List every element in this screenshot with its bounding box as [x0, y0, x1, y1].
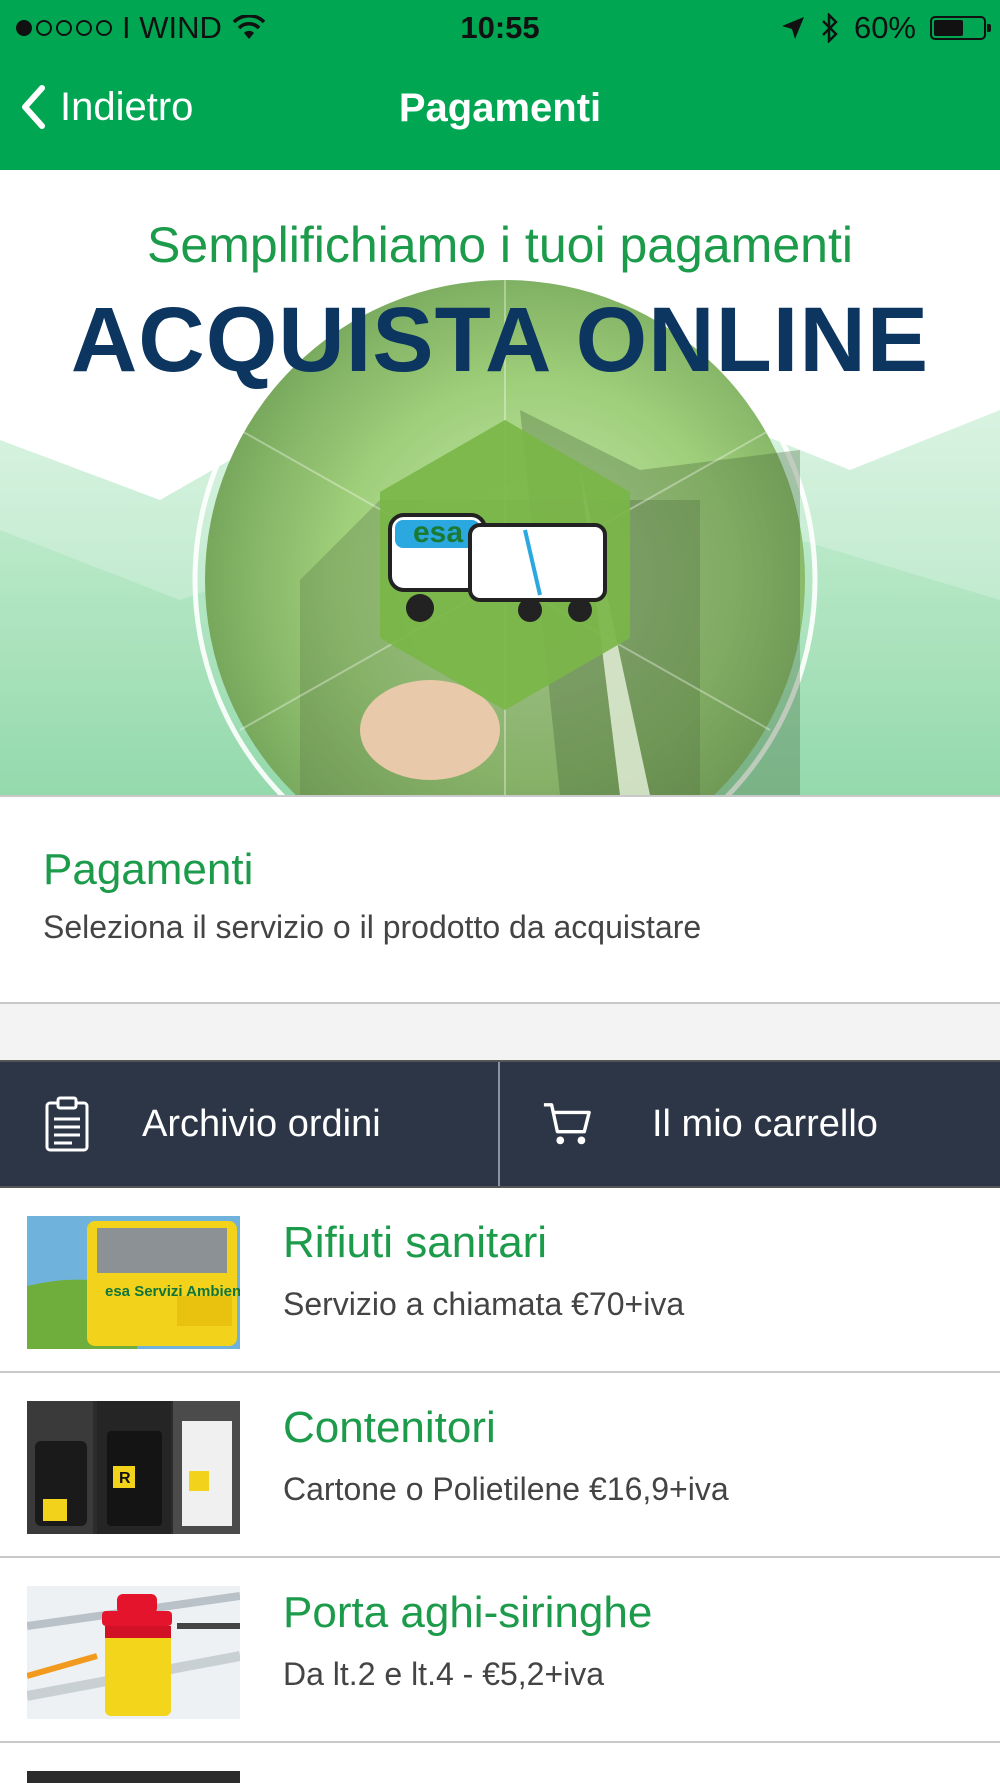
- section-header: Pagamenti Seleziona il servizio o il pro…: [0, 797, 1000, 1002]
- item-thumbnail: esa Servizi Ambientali: [27, 1216, 240, 1349]
- section-title: Pagamenti: [43, 845, 254, 894]
- item-description: Servizio a chiamata €70+iva: [283, 1286, 685, 1322]
- cart-label: Il mio carrello: [652, 1102, 878, 1145]
- order-archive-button[interactable]: Archivio ordini: [0, 1062, 498, 1186]
- list-item[interactable]: R Contenitori Cartone o Polietilene €16,…: [0, 1373, 1000, 1558]
- page-title: Pagamenti: [398, 86, 602, 130]
- cart-icon: [542, 1094, 592, 1154]
- cart-button[interactable]: Il mio carrello: [500, 1062, 1000, 1186]
- banner-headline: ACQUISTA ONLINE: [70, 289, 930, 391]
- spacer: [0, 1004, 1000, 1060]
- item-thumbnail: [27, 1586, 240, 1719]
- battery-icon: [930, 16, 991, 40]
- list-item[interactable]: esa Servizi Ambientali Rifiuti sanitari …: [0, 1188, 1000, 1373]
- item-title: Porta aghi-siringhe: [283, 1588, 653, 1637]
- bluetooth-icon: [822, 13, 838, 43]
- battery-percent: 60%: [853, 10, 916, 45]
- action-bar: Archivio ordini Il mio carrello: [0, 1060, 1000, 1188]
- item-description: Da lt.2 e lt.4 - €5,2+iva: [283, 1656, 605, 1692]
- thumb-label: esa Servizi Ambientali: [105, 1283, 240, 1300]
- promo-banner: esa Semplifichiamo i tuoi pagamenti ACQU…: [0, 170, 1000, 795]
- list-item[interactable]: [0, 1743, 1000, 1783]
- clipboard-icon: [42, 1094, 92, 1154]
- status-right: 60%: [780, 10, 991, 46]
- status-bar: I WIND 10:55 60%: [0, 0, 1000, 54]
- banner-tagline: Semplifichiamo i tuoi pagamenti: [147, 217, 853, 273]
- section-subtitle: Seleziona il servizio o il prodotto da a…: [43, 909, 702, 945]
- item-description: Cartone o Polietilene €16,9+iva: [283, 1471, 729, 1507]
- item-thumbnail: [27, 1771, 240, 1783]
- thumb-label: R: [119, 1470, 131, 1487]
- item-thumbnail: R: [27, 1401, 240, 1534]
- list-item[interactable]: Porta aghi-siringhe Da lt.2 e lt.4 - €5,…: [0, 1558, 1000, 1743]
- logo-text: esa: [413, 516, 463, 549]
- item-title: Contenitori: [283, 1403, 496, 1452]
- item-title: Rifiuti sanitari: [283, 1218, 548, 1267]
- product-list: esa Servizi Ambientali Rifiuti sanitari …: [0, 1188, 1000, 1783]
- navigation-bar: Indietro Pagamenti: [0, 54, 1000, 170]
- order-archive-label: Archivio ordini: [142, 1102, 381, 1145]
- location-arrow-icon: [781, 17, 804, 39]
